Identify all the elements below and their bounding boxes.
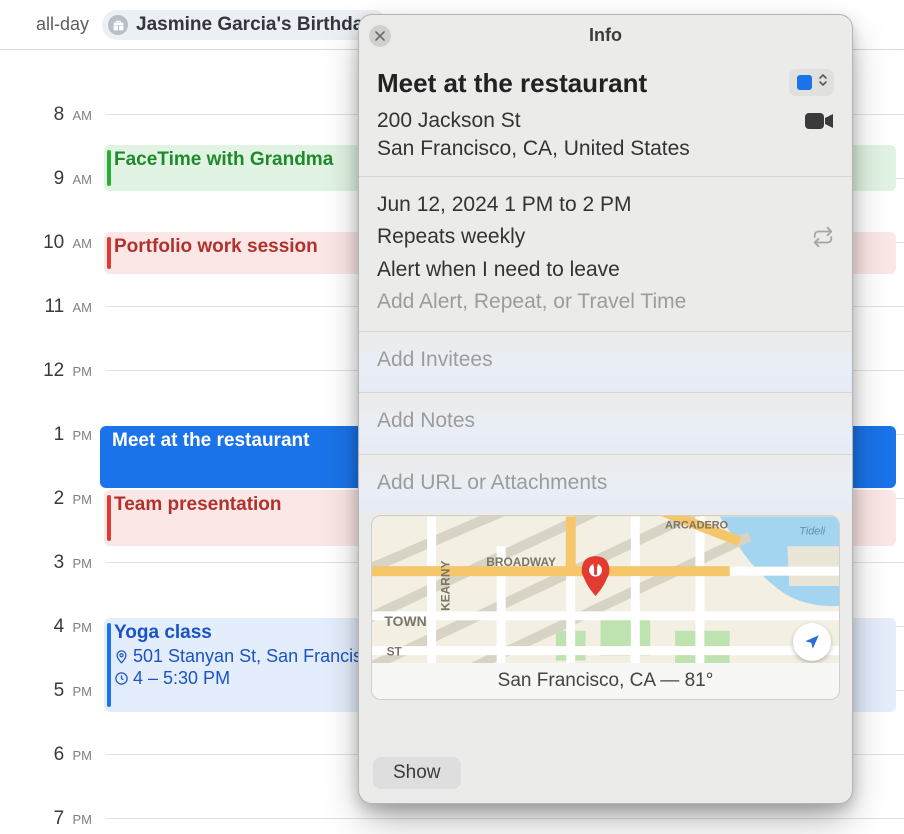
repeat-icon xyxy=(812,226,834,248)
gift-icon xyxy=(108,15,128,35)
event-time-section: Jun 12, 2024 1 PM to 2 PM Repeats weekly… xyxy=(359,176,852,331)
add-alert-placeholder[interactable]: Add Alert, Repeat, or Travel Time xyxy=(377,286,834,319)
add-invitees-section[interactable]: Add Invitees xyxy=(359,331,852,393)
add-url-field[interactable]: Add URL or Attachments xyxy=(377,467,834,500)
svg-text:ST: ST xyxy=(387,645,403,659)
popover-header: Info xyxy=(359,15,852,57)
event-title-section: Meet at the restaurant 200 Jackson St Sa… xyxy=(359,57,852,176)
svg-text:BROADWAY: BROADWAY xyxy=(486,556,556,570)
event-info-popover: Info Meet at the restaurant 200 Jackson … xyxy=(358,14,853,804)
location-arrow-icon xyxy=(803,633,821,651)
popover-footer: Show xyxy=(359,749,852,803)
svg-text:ARCADERO: ARCADERO xyxy=(665,520,729,532)
svg-text:KEARNY: KEARNY xyxy=(439,561,453,611)
calendar-swatch xyxy=(797,75,812,90)
svg-text:Tideli: Tideli xyxy=(799,526,826,538)
add-notes-section[interactable]: Add Notes xyxy=(359,392,852,454)
location-map[interactable]: BROADWAY TOWN ST KEARNY ARCADERO Tideli … xyxy=(371,515,840,700)
popover-title: Info xyxy=(359,25,852,46)
svg-text:TOWN: TOWN xyxy=(384,613,426,629)
add-notes-field[interactable]: Add Notes xyxy=(377,405,834,438)
add-invitees-field[interactable]: Add Invitees xyxy=(377,344,834,377)
show-button[interactable]: Show xyxy=(373,757,461,789)
map-caption: San Francisco, CA — 81° xyxy=(372,663,839,699)
all-day-label: all-day xyxy=(0,14,95,35)
event-datetime[interactable]: Jun 12, 2024 1 PM to 2 PM xyxy=(377,189,834,222)
pin-icon xyxy=(114,649,129,664)
video-call-icon[interactable] xyxy=(804,111,834,131)
add-url-section[interactable]: Add URL or Attachments xyxy=(359,454,852,512)
all-day-event-title: Jasmine Garcia's Birthday xyxy=(136,14,374,36)
clock-icon xyxy=(114,671,129,686)
event-title-field[interactable]: Meet at the restaurant xyxy=(377,69,779,99)
event-location-field[interactable]: 200 Jackson St San Francisco, CA, United… xyxy=(377,107,794,164)
map-svg: BROADWAY TOWN ST KEARNY ARCADERO Tideli xyxy=(372,516,839,666)
event-alert[interactable]: Alert when I need to leave xyxy=(377,254,834,287)
calendar-color-select[interactable] xyxy=(789,69,834,96)
chevron-updown-icon xyxy=(818,73,828,92)
all-day-event-pill[interactable]: Jasmine Garcia's Birthday xyxy=(102,10,388,40)
event-repeat[interactable]: Repeats weekly xyxy=(377,221,834,254)
